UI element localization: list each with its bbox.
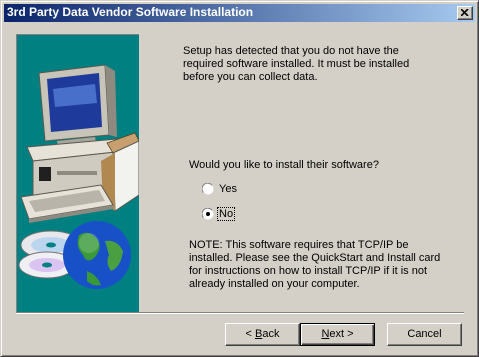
close-icon bbox=[461, 9, 469, 16]
wizard-illustration bbox=[16, 34, 140, 313]
yes-option-label[interactable]: Yes bbox=[219, 183, 237, 195]
tcpip-note: NOTE: This software requires that TCP/IP… bbox=[189, 239, 441, 290]
install-question: Would you like to install their software… bbox=[189, 159, 379, 171]
back-arrow: < bbox=[245, 328, 255, 340]
next-label: ext bbox=[329, 328, 345, 340]
next-button[interactable]: Next > bbox=[300, 323, 375, 346]
computer-and-cd-illustration bbox=[18, 64, 140, 289]
globe-icon bbox=[63, 221, 131, 289]
next-arrow: > bbox=[344, 328, 354, 340]
back-label: ack bbox=[262, 328, 280, 340]
title-bar[interactable]: 3rd Party Data Vendor Software Installat… bbox=[4, 4, 475, 22]
back-button[interactable]: < Back bbox=[225, 323, 300, 346]
cancel-label: Cancel bbox=[407, 328, 442, 340]
intro-text: Setup has detected that you do not have … bbox=[183, 45, 410, 83]
yes-radio-button[interactable] bbox=[202, 183, 214, 195]
cancel-button[interactable]: Cancel bbox=[387, 323, 462, 346]
no-radio-button[interactable] bbox=[202, 208, 214, 220]
monitor-icon bbox=[38, 64, 117, 151]
button-separator bbox=[16, 312, 464, 314]
window-title: 3rd Party Data Vendor Software Installat… bbox=[7, 5, 254, 19]
no-option-label[interactable]: No bbox=[216, 207, 236, 221]
radio-selected-dot bbox=[206, 212, 210, 216]
installer-dialog: 3rd Party Data Vendor Software Installat… bbox=[0, 0, 479, 357]
close-button[interactable] bbox=[457, 6, 473, 20]
